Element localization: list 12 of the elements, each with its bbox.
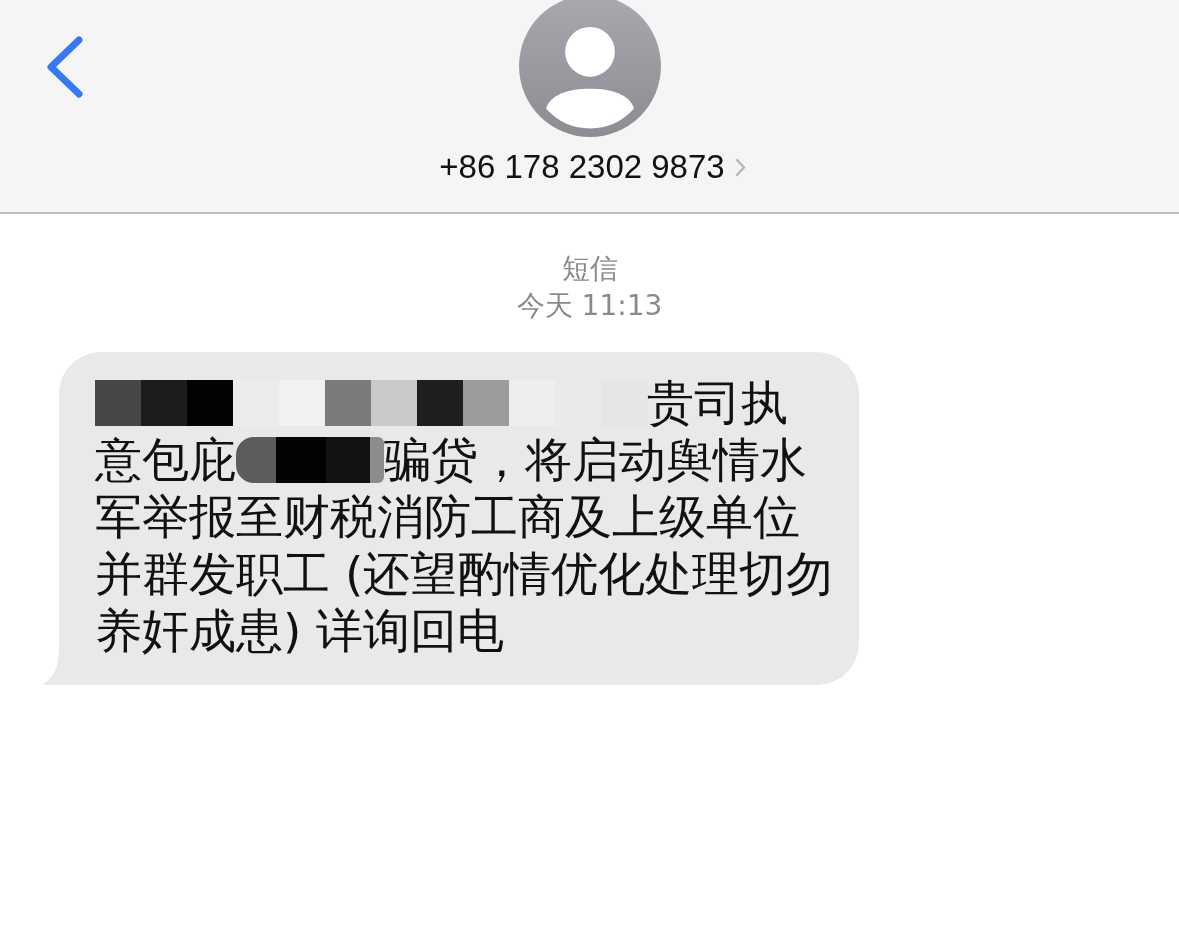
message-text: 骗贷，将启动舆情水 [384,431,807,488]
contact-number[interactable]: +86 178 2302 9873 [439,146,725,188]
avatar-icon[interactable] [518,0,661,137]
back-icon[interactable] [46,36,84,98]
message-text: 贵司执 [647,374,788,431]
service-label: 短信 [561,251,618,287]
message-text: 并群发职工 (还望酌情优化处理切勿 [95,545,834,602]
chevron-right-icon[interactable] [734,157,746,177]
message-timestamp: 今天 11:13 [516,288,663,324]
message-text: 军举报至财税消防工商及上级单位 [95,488,800,545]
message-text: 意包庇 [95,431,236,488]
message-text: 养奸成患) 详询回电 [95,602,505,659]
